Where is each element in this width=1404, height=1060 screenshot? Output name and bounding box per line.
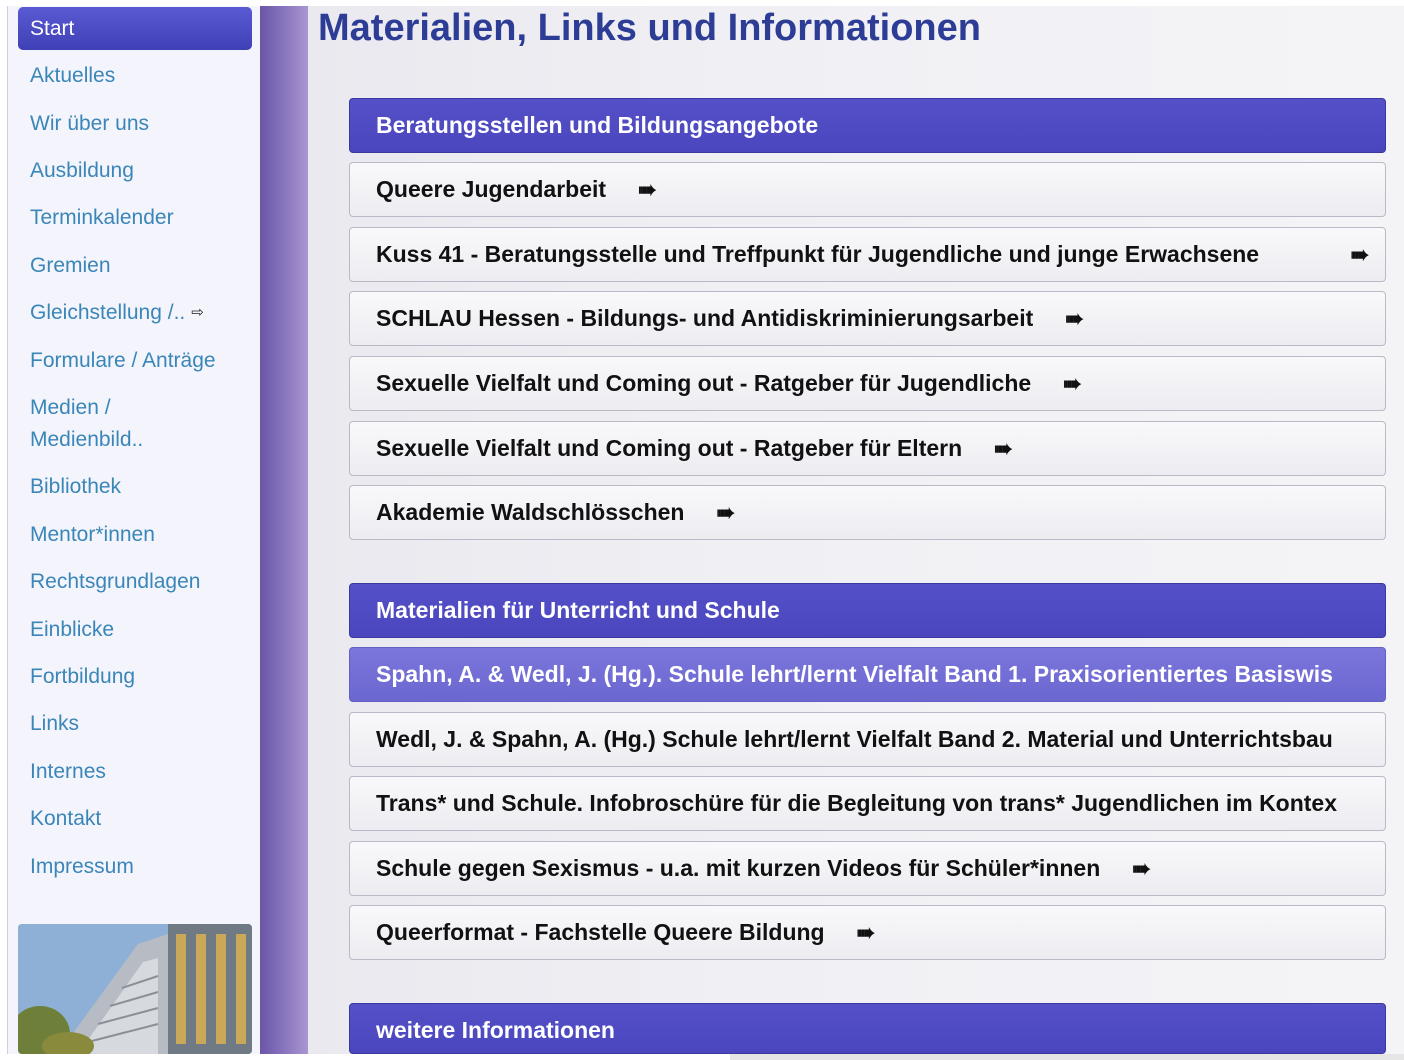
link-schule-gegen-sexismus[interactable]: Schule gegen Sexismus - u.a. mit kurzen … xyxy=(349,841,1386,896)
arrow-right-icon: ➠ xyxy=(1350,242,1369,267)
arrow-right-icon: ➠ xyxy=(638,177,657,202)
link-akademie-waldschloesschen[interactable]: Akademie Waldschlösschen ➠ xyxy=(349,485,1386,540)
nav-item-mentorinnen[interactable]: Mentor*innen xyxy=(30,519,155,551)
nav-item-gleichstellung-label: Gleichstellung /.. xyxy=(30,301,186,324)
nav-item-rechtsgrundlagen[interactable]: Rechtsgrundlagen xyxy=(30,566,200,598)
arrow-right-icon: ➠ xyxy=(1063,371,1082,396)
scroll-edge xyxy=(730,1054,1404,1060)
link-queerformat[interactable]: Queerformat - Fachstelle Queere Bildung ➠ xyxy=(349,905,1386,960)
link-label: Kuss 41 - Beratungsstelle und Treffpunkt… xyxy=(376,241,1260,267)
section-header-weitere: weitere Informationen xyxy=(349,1003,1386,1054)
sidebar-nav: Start Aktuelles Wir über uns Ausbildung … xyxy=(7,6,261,1054)
link-label: Queerformat - Fachstelle Queere Bildung xyxy=(376,919,825,945)
arrow-right-icon: ➠ xyxy=(716,500,735,525)
link-ratgeber-eltern[interactable]: Sexuelle Vielfalt und Coming out - Ratge… xyxy=(349,421,1386,476)
nav-item-gremien[interactable]: Gremien xyxy=(30,250,111,282)
link-label: Wedl, J. & Spahn, A. (Hg.) Schule lehrt/… xyxy=(376,726,1333,752)
nav-item-start[interactable]: Start xyxy=(18,7,252,50)
arrow-right-icon: ➠ xyxy=(856,920,876,945)
nav-item-einblicke[interactable]: Einblicke xyxy=(30,614,114,646)
nav-item-internes[interactable]: Internes xyxy=(30,756,106,788)
building-photo-image xyxy=(18,924,252,1054)
section-header-label: weitere Informationen xyxy=(376,1017,615,1043)
nav-item-fortbildung[interactable]: Fortbildung xyxy=(30,661,135,693)
link-queere-jugendarbeit[interactable]: Queere Jugendarbeit ➠ xyxy=(349,162,1386,217)
nav-item-links[interactable]: Links xyxy=(30,708,79,740)
link-trans-und-schule[interactable]: Trans* und Schule. Infobroschüre für die… xyxy=(349,776,1386,831)
building-photo xyxy=(18,924,252,1054)
link-label: Schule gegen Sexismus - u.a. mit kurzen … xyxy=(376,855,1101,881)
nav-item-ausbildung[interactable]: Ausbildung xyxy=(30,155,134,187)
nav-item-medienbild[interactable]: Medienbild.. xyxy=(30,424,143,456)
page-title: Materialien, Links und Informationen xyxy=(318,7,981,49)
arrow-right-icon: ➠ xyxy=(1065,306,1084,331)
link-schule-vielfalt-band-2[interactable]: Wedl, J. & Spahn, A. (Hg.) Schule lehrt/… xyxy=(349,712,1386,767)
link-schule-vielfalt-band-1[interactable]: Spahn, A. & Wedl, J. (Hg.). Schule lehrt… xyxy=(349,647,1386,702)
nav-item-aktuelles[interactable]: Aktuelles xyxy=(30,60,115,92)
link-kuss-41[interactable]: Kuss 41 - Beratungsstelle und Treffpunkt… xyxy=(349,227,1386,282)
nav-item-formulare[interactable]: Formulare / Anträge xyxy=(30,345,216,377)
link-schlau-hessen[interactable]: SCHLAU Hessen - Bildungs- und Antidiskri… xyxy=(349,291,1386,346)
external-link-icon: ⇨ xyxy=(191,304,204,322)
section-header-materialien: Materialien für Unterricht und Schule xyxy=(349,583,1386,638)
link-label: SCHLAU Hessen - Bildungs- und Antidiskri… xyxy=(376,305,1034,331)
link-label: Spahn, A. & Wedl, J. (Hg.). Schule lehrt… xyxy=(376,661,1333,687)
link-label: Akademie Waldschlösschen xyxy=(376,499,685,525)
nav-item-wir-ueber-uns[interactable]: Wir über uns xyxy=(30,108,149,140)
nav-item-kontakt[interactable]: Kontakt xyxy=(30,803,101,835)
nav-item-terminkalender[interactable]: Terminkalender xyxy=(30,202,174,234)
link-ratgeber-jugendliche[interactable]: Sexuelle Vielfalt und Coming out - Ratge… xyxy=(349,356,1386,411)
nav-item-impressum[interactable]: Impressum xyxy=(30,851,134,883)
section-header-beratung: Beratungsstellen und Bildungsangebote xyxy=(349,98,1386,153)
link-label: Queere Jugendarbeit xyxy=(376,176,607,202)
arrow-right-icon: ➠ xyxy=(1132,856,1151,881)
section-header-label: Materialien für Unterricht und Schule xyxy=(376,597,780,623)
nav-item-medien[interactable]: Medien / xyxy=(30,392,111,424)
link-label: Sexuelle Vielfalt und Coming out - Ratge… xyxy=(376,435,963,461)
nav-item-gleichstellung[interactable]: Gleichstellung /.. ⇨ xyxy=(30,297,204,329)
main-content: Materialien, Links und Informationen Ber… xyxy=(308,6,1404,1054)
section-header-label: Beratungsstellen und Bildungsangebote xyxy=(376,112,819,138)
arrow-right-icon: ➠ xyxy=(994,436,1013,461)
decorative-stripe xyxy=(260,6,308,1054)
link-label: Sexuelle Vielfalt und Coming out - Ratge… xyxy=(376,370,1032,396)
nav-item-bibliothek[interactable]: Bibliothek xyxy=(30,471,121,503)
link-label: Trans* und Schule. Infobroschüre für die… xyxy=(376,790,1338,816)
